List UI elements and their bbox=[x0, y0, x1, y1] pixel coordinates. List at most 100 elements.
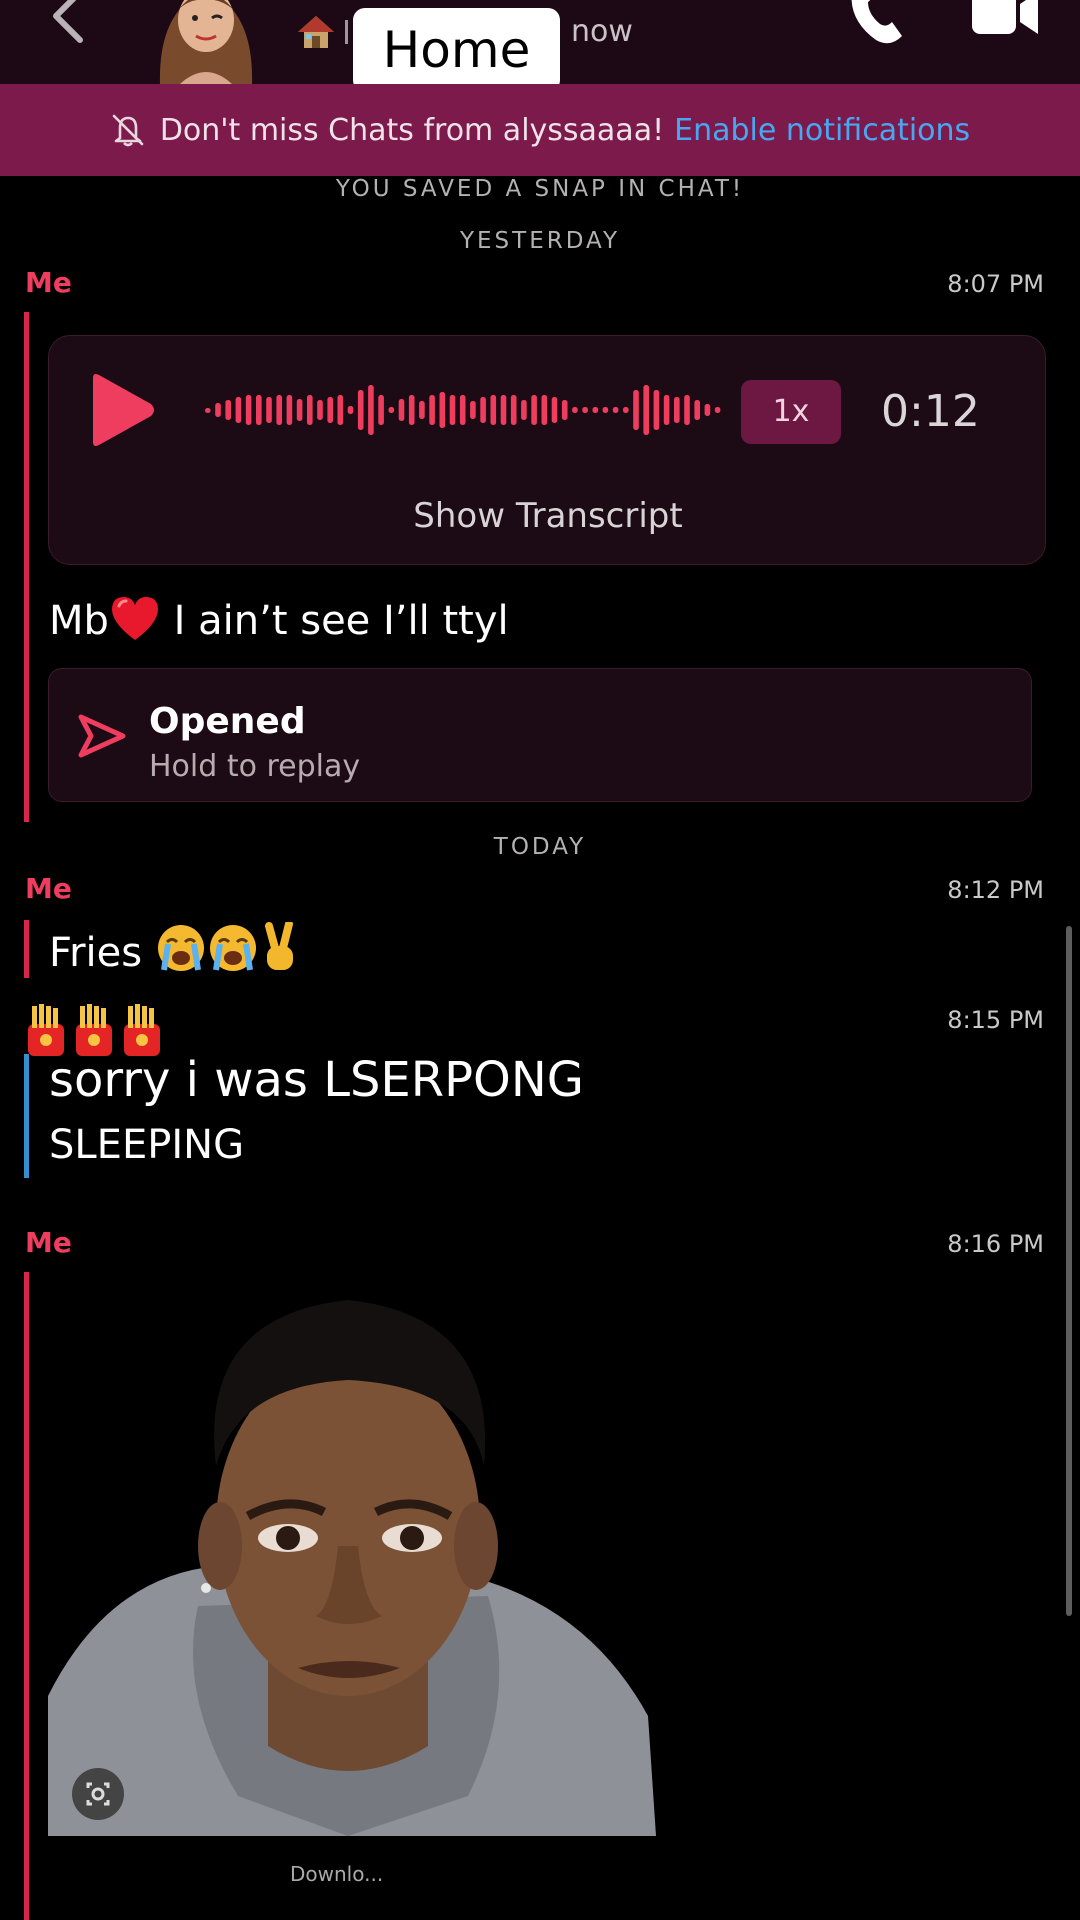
waveform-bar bbox=[633, 390, 639, 430]
message-group-bar bbox=[24, 1272, 29, 1920]
waveform-bar bbox=[561, 400, 568, 420]
message-group-bar bbox=[24, 1054, 29, 1178]
waveform-bar bbox=[653, 390, 660, 430]
waveform-bar bbox=[480, 397, 486, 423]
waveform-bar bbox=[521, 400, 527, 420]
waveform-bar bbox=[663, 395, 670, 425]
bell-off-icon bbox=[112, 114, 144, 147]
voice-note-bubble[interactable]: 1x 0:12 Show Transcript bbox=[48, 335, 1046, 565]
chat-thread[interactable]: YOU SAVED A SNAP IN CHAT! YESTERDAY Me 8… bbox=[0, 176, 1080, 1920]
snap-opened-arrow-icon bbox=[78, 714, 126, 758]
waveform-bar bbox=[684, 395, 690, 425]
waveform-bar bbox=[256, 395, 262, 425]
waveform-bar bbox=[419, 401, 425, 419]
banner-text: Don't miss Chats from alyssaaaa! bbox=[159, 112, 665, 148]
waveform-bar bbox=[714, 407, 721, 413]
waveform-bar bbox=[225, 400, 231, 420]
play-icon[interactable] bbox=[85, 372, 157, 448]
waveform-bar bbox=[694, 400, 700, 420]
sender-label: Me bbox=[25, 266, 72, 299]
chat-message: SLEEPING bbox=[49, 1122, 245, 1168]
phone-call-icon[interactable] bbox=[846, 0, 906, 46]
waveform-bar bbox=[398, 399, 405, 421]
waveform-bar bbox=[572, 407, 578, 413]
waveform-bar bbox=[317, 400, 323, 420]
message-text: Fries bbox=[49, 930, 143, 976]
enable-notifications-link[interactable]: Enable notifications bbox=[674, 113, 970, 148]
waveform-bar bbox=[276, 395, 282, 425]
voice-waveform[interactable] bbox=[204, 380, 724, 440]
waveform-bar bbox=[551, 397, 558, 423]
waveform-bar bbox=[612, 407, 619, 413]
waveform-bar bbox=[592, 407, 599, 413]
message-group-bar bbox=[24, 920, 29, 978]
day-separator-today: TODAY bbox=[493, 834, 587, 860]
waveform-bar bbox=[643, 385, 649, 435]
home-status-pill: Home bbox=[353, 8, 560, 92]
waveform-bar bbox=[347, 406, 354, 414]
message-timestamp: 8:15 PM bbox=[947, 1006, 1044, 1034]
waveform-bar bbox=[357, 390, 364, 430]
loudly-crying-emoji-icon bbox=[157, 925, 204, 971]
snap-status-subtitle: Hold to replay bbox=[149, 749, 361, 784]
message-timestamp: 8:16 PM bbox=[947, 1230, 1044, 1258]
waveform-bar bbox=[449, 395, 456, 425]
waveform-bar bbox=[531, 395, 537, 425]
message-timestamp: 8:12 PM bbox=[947, 876, 1044, 904]
waveform-bar bbox=[582, 407, 588, 413]
video-call-icon[interactable] bbox=[970, 0, 1040, 36]
friend-display-name-emoji-icons bbox=[28, 1004, 160, 1056]
red-heart-emoji-icon bbox=[111, 597, 158, 640]
waveform-bar bbox=[500, 395, 507, 425]
day-separator-yesterday: YESTERDAY bbox=[459, 228, 621, 254]
waveform-bar bbox=[510, 395, 517, 425]
shared-sticker-image[interactable] bbox=[48, 1276, 656, 1836]
waveform-bar bbox=[704, 404, 711, 416]
last-seen-label: now bbox=[571, 14, 633, 49]
waveform-bar bbox=[459, 395, 466, 425]
back-chevron-icon[interactable] bbox=[48, 0, 88, 46]
waveform-bar bbox=[623, 407, 629, 413]
waveform-bar bbox=[286, 395, 293, 425]
sender-label: Me bbox=[25, 1226, 72, 1259]
waveform-bar bbox=[439, 392, 446, 428]
snap-status-title: Opened bbox=[149, 701, 306, 742]
house-emoji-icon bbox=[298, 16, 334, 48]
message-timestamp: 8:07 PM bbox=[947, 270, 1044, 298]
scan-icon bbox=[86, 1782, 110, 1806]
waveform-bar bbox=[266, 397, 272, 423]
waveform-bar bbox=[215, 403, 221, 417]
chat-message: sorry i was LSERPONG bbox=[49, 1052, 584, 1108]
waveform-bar bbox=[674, 397, 680, 423]
waveform-bar bbox=[388, 407, 395, 413]
waveform-bar bbox=[429, 395, 435, 425]
chat-message: Fries bbox=[49, 922, 303, 976]
chat-header: Home now bbox=[0, 0, 1080, 92]
chat-message: Mb I ain’t see I’ll ttyl bbox=[49, 594, 509, 644]
waveform-bar bbox=[368, 385, 374, 435]
saved-snap-notice: YOU SAVED A SNAP IN CHAT! bbox=[335, 176, 745, 202]
message-text-start: Mb bbox=[49, 598, 109, 644]
waveform-bar bbox=[602, 407, 609, 413]
show-transcript-button[interactable]: Show Transcript bbox=[49, 496, 1047, 536]
victory-hand-emoji-icon bbox=[264, 922, 293, 970]
notification-banner: Don't miss Chats from alyssaaaa! Enable … bbox=[0, 84, 1080, 176]
scrollbar-thumb[interactable] bbox=[1066, 926, 1072, 1616]
waveform-bar bbox=[378, 395, 384, 425]
waveform-bar bbox=[307, 395, 313, 425]
text-cursor bbox=[345, 20, 348, 44]
playback-speed-button[interactable]: 1x bbox=[741, 380, 841, 444]
message-group-bar bbox=[24, 312, 29, 822]
waveform-bar bbox=[541, 395, 548, 425]
voice-duration: 0:12 bbox=[881, 386, 980, 437]
waveform-bar bbox=[205, 408, 211, 413]
scan-lens-button[interactable] bbox=[72, 1768, 124, 1820]
waveform-bar bbox=[408, 395, 415, 425]
opened-snap-bubble[interactable]: Opened Hold to replay bbox=[48, 668, 1032, 802]
waveform-bar bbox=[490, 395, 497, 425]
download-caption: Downlo... bbox=[290, 1862, 384, 1886]
waveform-bar bbox=[470, 401, 476, 419]
waveform-bar bbox=[296, 399, 303, 421]
friend-bitmoji-avatar[interactable] bbox=[150, 0, 262, 84]
waveform-bar bbox=[337, 395, 344, 425]
